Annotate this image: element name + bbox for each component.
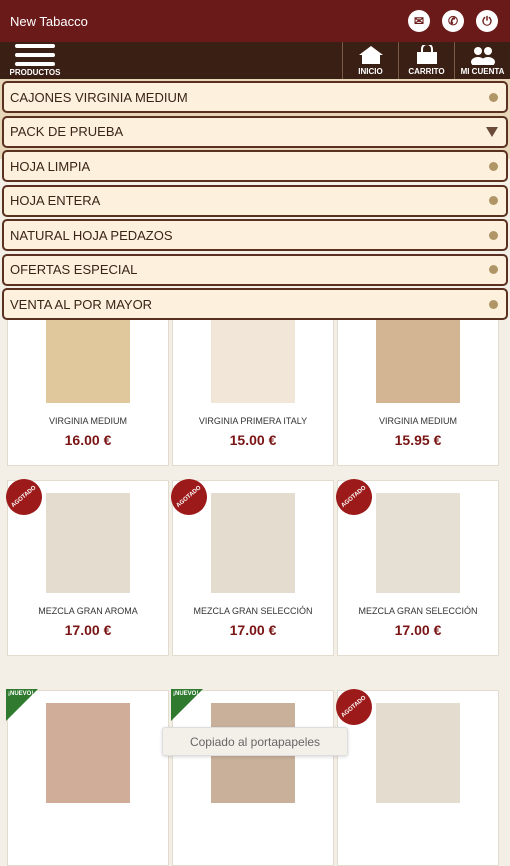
menu-item-hoja-limpia[interactable]: HOJA LIMPIA [2,150,508,182]
new-badge: ¡NUEVO! [6,689,38,721]
product-card[interactable]: AGOTADO MEZCLA GRAN AROMA 17.00 € [0,471,169,656]
power-icon[interactable]: ⏻ [476,10,498,32]
menu-item-label: PACK DE PRUEBA [10,124,124,139]
app-title: New Tabacco [10,13,88,29]
product-card[interactable]: AGOTADO [328,681,499,866]
product-name: MEZCLA GRAN AROMA [38,606,138,616]
account-label: MI CUENTA [460,67,505,76]
product-price: 15.00 € [229,432,277,448]
sold-out-badge: AGOTADO [328,471,380,523]
home-button[interactable]: INICIO [342,42,398,79]
mail-icon[interactable]: ✉ [408,10,430,32]
product-price: 17.00 € [229,622,277,638]
product-price: 17.00 € [64,622,112,638]
product-price: 16.00 € [64,432,112,448]
product-card[interactable]: AGOTADO MEZCLA GRAN SELECCIÓN 17.00 € [328,471,499,656]
bullet-icon [489,92,498,102]
product-price: 17.00 € [394,622,442,638]
main-nav: PRODUCTOS INICIO CARRITO MI CUENTA [0,42,510,79]
product-name: VIRGINIA MEDIUM [48,416,127,426]
account-button[interactable]: MI CUENTA [454,42,510,79]
app-header: New Tabacco ✉ ✆ ⏻ [0,0,510,42]
new-badge: ¡NUEVO! [171,689,203,721]
product-card[interactable]: ¡NUEVO! [6,689,169,866]
menu-item-pack-de-prueba[interactable]: PACK DE PRUEBA [2,115,508,148]
menu-item-label: HOJA LIMPIA [10,158,91,174]
menu-item-natural-hoja-pedazos[interactable]: NATURAL HOJA PEDAZOS [2,219,508,251]
bullet-icon [489,196,498,205]
menu-item-label: NATURAL HOJA PEDAZOS [10,227,173,243]
home-icon [358,46,383,64]
menu-item-label: VENTA AL POR MAYOR [10,296,153,312]
menu-item-label: CAJONES VIRGINIA MEDIUM [10,89,188,105]
sold-out-badge: AGOTADO [328,681,380,733]
category-menu: CAJONES VIRGINIA MEDIUM PACK DE PRUEBA H… [2,81,508,323]
products-label: PRODUCTOS [9,68,61,77]
sold-out-badge: AGOTADO [0,471,50,523]
product-card[interactable]: ¡NUEVO! [171,689,334,866]
menu-item-hoja-entera[interactable]: HOJA ENTERA [2,184,508,217]
toast-message: Copiado al portapapeles [162,727,348,756]
menu-item-ofertas-especial[interactable]: OFERTAS ESPECIAL [2,253,508,286]
product-image [211,493,295,593]
bullet-icon [489,230,498,240]
products-menu-button[interactable]: PRODUCTOS [0,42,70,79]
phone-icon[interactable]: ✆ [442,10,464,32]
menu-item-label: HOJA ENTERA [10,193,101,208]
product-price: 15.95 € [394,432,442,448]
cart-button[interactable]: CARRITO [398,42,454,79]
product-image [376,703,460,803]
expand-arrow-icon[interactable] [486,126,498,137]
sold-out-badge: AGOTADO [163,471,215,523]
product-image [46,493,130,593]
product-name: MEZCLA GRAN SELECCIÓN [358,606,478,616]
menu-item-venta-al-por-mayor[interactable]: VENTA AL POR MAYOR [2,288,508,320]
product-image [46,703,130,803]
menu-item-cajones-virginia-medium[interactable]: CAJONES VIRGINIA MEDIUM [2,81,508,113]
bullet-icon [489,265,498,274]
bullet-icon [489,161,498,171]
product-name: MEZCLA GRAN SELECCIÓN [193,606,313,616]
home-label: INICIO [358,67,383,76]
cart-label: CARRITO [408,67,445,76]
menu-icon [15,44,55,66]
menu-item-label: OFERTAS ESPECIAL [10,262,138,277]
product-name: VIRGINIA PRIMERA ITALY [198,416,308,426]
product-image [376,493,460,593]
users-icon [470,47,495,65]
cart-icon [416,45,437,64]
product-name: VIRGINIA MEDIUM [378,416,457,426]
bullet-icon [489,299,498,309]
product-card[interactable]: AGOTADO MEZCLA GRAN SELECCIÓN 17.00 € [163,471,334,656]
